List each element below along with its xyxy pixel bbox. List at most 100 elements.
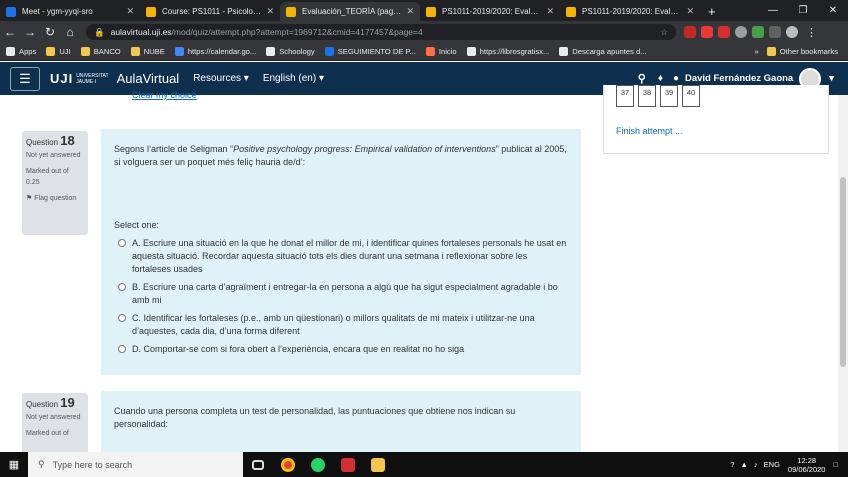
bookmark-item[interactable]: Schoology <box>266 47 315 56</box>
extension-icon[interactable] <box>769 26 781 38</box>
back-icon[interactable]: ← <box>0 25 20 39</box>
radio-button[interactable] <box>118 283 126 291</box>
quiz-nav-button[interactable]: 37 <box>616 85 634 107</box>
bookmark-item[interactable]: SEGUIMIENTO DE P... <box>324 47 416 56</box>
bookmark-item[interactable]: Descarga apuntes d... <box>559 47 647 56</box>
close-tab-icon[interactable]: ✕ <box>686 6 694 17</box>
answer-option[interactable]: B. Escriure una carta d’agraïment i entr… <box>114 281 568 307</box>
quiz-nav-button[interactable]: 39 <box>660 85 678 107</box>
address-bar[interactable]: 🔒 aulavirtual.uji.es /mod/quiz/attempt.p… <box>86 24 676 40</box>
app-name: AulaVirtual <box>116 71 180 86</box>
radio-button[interactable] <box>118 314 126 322</box>
caret-down-icon: ▾ <box>829 73 834 84</box>
new-tab-button[interactable]: + <box>700 2 724 21</box>
answer-option[interactable]: C. Identificar les fortaleses (p.e., amb… <box>114 312 568 338</box>
close-tab-icon[interactable]: ✕ <box>546 6 554 17</box>
question-marks: Marked out of 0.25 <box>26 168 69 186</box>
language-label: English (en) <box>262 73 317 84</box>
quiz-nav-button[interactable]: 38 <box>638 85 656 107</box>
clock[interactable]: 12:28 09/06/2020 <box>788 456 826 474</box>
bookmark-item[interactable]: UJI <box>46 47 71 56</box>
chat-icon[interactable]: ● <box>673 73 679 84</box>
brand-logo[interactable]: UJI UNIVERSITAT JAUME·I AulaVirtual <box>50 71 179 86</box>
bookmark-item[interactable]: NUBE <box>130 47 165 56</box>
language-indicator[interactable]: ENG <box>764 460 780 469</box>
profile-avatar[interactable] <box>786 26 798 38</box>
question-state: Not yet answered <box>26 152 81 159</box>
extension-icon[interactable] <box>752 26 764 38</box>
chrome-icon[interactable] <box>273 452 303 477</box>
favicon-icon <box>146 6 156 17</box>
question-number: Question 18 <box>26 134 84 148</box>
restore-icon[interactable]: ❐ <box>788 0 818 21</box>
bookmark-icon <box>559 47 569 56</box>
extension-icon[interactable] <box>718 26 730 38</box>
windows-start-icon[interactable]: ▦ <box>0 458 28 471</box>
extension-icon[interactable] <box>701 26 713 38</box>
close-tab-icon[interactable]: ✕ <box>266 6 274 17</box>
flag-label: Flag question <box>34 195 77 202</box>
forward-icon[interactable]: → <box>20 25 40 39</box>
file-explorer-icon[interactable] <box>363 452 393 477</box>
window-controls: — ❐ ✕ <box>758 0 848 21</box>
bookmark-item[interactable]: https://librosgratisx... <box>466 47 549 56</box>
radio-button[interactable] <box>118 345 126 353</box>
bookmark-item[interactable]: Inicio <box>425 47 457 56</box>
answer-option[interactable]: D. Comportar-se com si fora obert a l’ex… <box>114 343 568 356</box>
scrollbar-thumb[interactable] <box>840 177 846 367</box>
taskbar-search-input[interactable]: ⚲ Type here to search <box>28 452 243 477</box>
notification-icon[interactable]: □ <box>833 460 838 469</box>
answer-option-label: B. Escriure una carta d’agraïment i entr… <box>132 282 558 305</box>
finish-attempt-link[interactable]: Finish attempt ... <box>616 126 683 136</box>
reload-icon[interactable]: ↻ <box>40 25 60 39</box>
close-icon[interactable]: ✕ <box>818 0 848 21</box>
volume-icon[interactable]: ♪ <box>754 460 758 469</box>
radio-button[interactable] <box>118 239 126 247</box>
close-tab-icon[interactable]: ✕ <box>126 6 134 17</box>
bookmark-item[interactable]: https://calendar.go... <box>174 47 256 56</box>
flag-question-button[interactable]: ⚑ Flag question <box>26 193 84 204</box>
search-icon[interactable]: ⚲ <box>638 72 646 85</box>
home-icon[interactable]: ⌂ <box>60 25 80 39</box>
network-icon[interactable]: ▲ <box>740 460 747 469</box>
browser-tab[interactable]: Evaluación_TEORÍA (page 5 of ✕ <box>280 2 420 21</box>
minimize-icon[interactable]: — <box>758 0 788 21</box>
browser-tab[interactable]: PS1011-2019/2020: Evaluación✕ <box>420 2 560 21</box>
browser-tab[interactable]: Course: PS1011 - Psicología de✕ <box>140 2 280 21</box>
task-view-icon[interactable] <box>243 452 273 477</box>
language-menu[interactable]: English (en) ▾ <box>263 73 324 84</box>
answer-option-label: A. Escriure una situació en la que he do… <box>132 238 567 274</box>
extension-icon[interactable] <box>735 26 747 38</box>
user-name: David Fernández Gaona <box>684 73 794 84</box>
more-bookmarks-button[interactable]: » <box>755 47 759 56</box>
extension-icon[interactable] <box>684 26 696 38</box>
whatsapp-icon[interactable] <box>303 452 333 477</box>
tab-title: Meet - ygm-yyqi-sro <box>22 7 93 16</box>
other-bookmarks-label: Other bookmarks <box>779 47 838 56</box>
browser-tab[interactable]: PS1011-2019/2020: Evaluación✕ <box>560 2 700 21</box>
page-scrollbar[interactable] <box>838 95 848 452</box>
select-one-label: Select one: <box>114 220 160 230</box>
question-state: Not yet answered <box>26 414 81 421</box>
bookmark-item[interactable]: Apps <box>6 47 36 56</box>
menu-dots-icon[interactable]: ⋮ <box>806 26 817 39</box>
question-marks: Marked out of <box>26 430 69 437</box>
browser-tab[interactable]: Meet - ygm-yyqi-sro ✕ <box>0 2 140 21</box>
clear-choice-link[interactable]: Clear my choice <box>132 90 197 100</box>
favicon-icon <box>566 6 576 17</box>
other-bookmarks[interactable]: Other bookmarks <box>766 47 838 56</box>
hamburger-menu-button[interactable]: ☰ <box>10 66 40 91</box>
bookmark-label: Descarga apuntes d... <box>572 47 647 56</box>
bookmark-item[interactable]: BANCO <box>80 47 121 56</box>
resources-menu[interactable]: Resources ▾ <box>193 73 249 84</box>
close-tab-icon[interactable]: ✕ <box>406 6 414 17</box>
caret-down-icon: ▾ <box>243 73 249 84</box>
quiz-nav-button[interactable]: 40 <box>682 85 700 107</box>
acrobat-icon[interactable] <box>333 452 363 477</box>
answer-option[interactable]: A. Escriure una situació en la que he do… <box>114 237 568 276</box>
help-icon[interactable]: ? <box>730 460 734 469</box>
star-icon[interactable]: ☆ <box>660 27 668 38</box>
favicon-icon <box>426 6 436 17</box>
bell-icon[interactable]: ♦ <box>658 73 663 84</box>
browser-tab-bar: Meet - ygm-yyqi-sro ✕ Course: PS1011 - Psi… <box>0 0 848 21</box>
